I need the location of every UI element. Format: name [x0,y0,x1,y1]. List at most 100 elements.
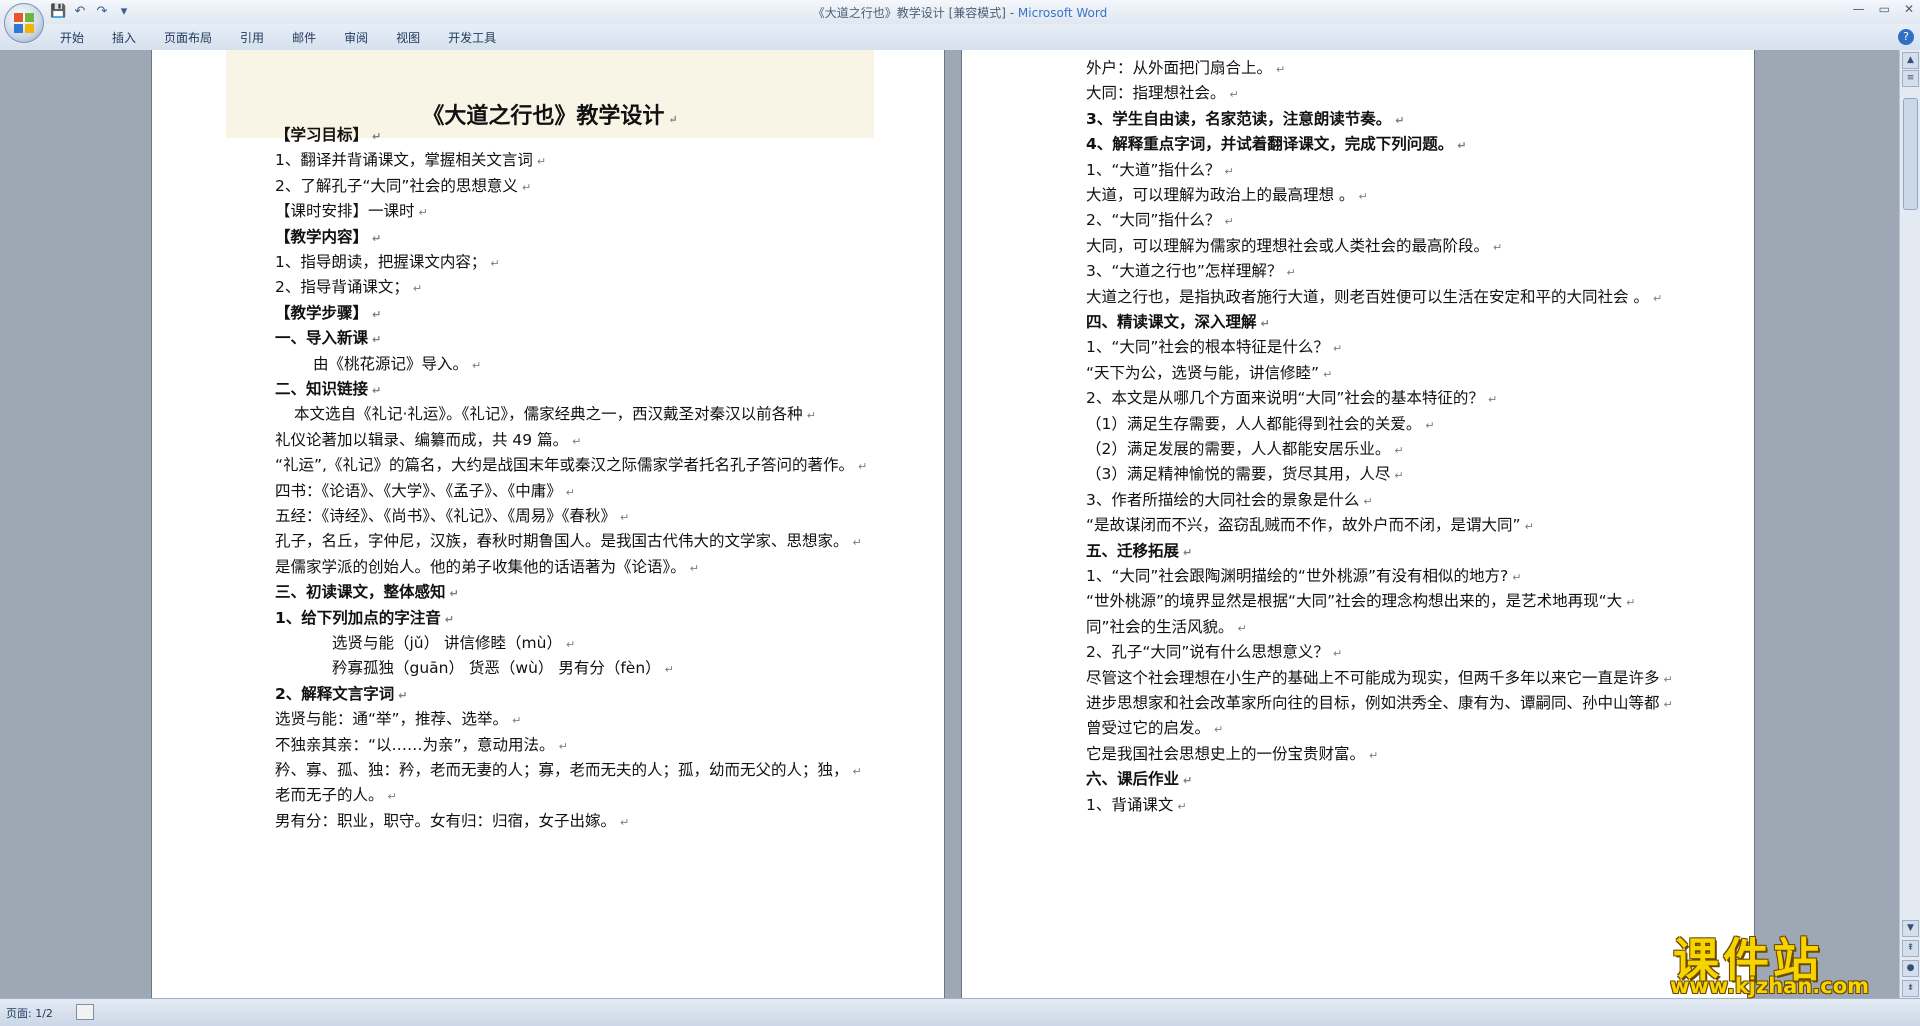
minimize-button[interactable]: — [1853,2,1865,16]
paragraph-line: 1、“大同”社会的根本特征是什么？ ↵ [1086,338,1343,356]
close-button[interactable]: ✕ [1904,2,1914,16]
paragraph-mark-icon: ↵ [620,511,630,524]
window-title: 《大道之行也》教学设计 [兼容模式] - Microsoft Word [0,4,1920,21]
paragraph-mark-icon: ↵ [1214,723,1224,736]
paragraph-line: 大道，可以理解为政治上的最高理想 。 ↵ [1086,186,1368,204]
paragraph-mark-icon: ↵ [689,562,699,575]
paragraph-mark-icon: ↵ [1332,342,1343,355]
office-logo-icon [14,13,34,33]
paragraph-mark-icon: ↵ [1626,596,1636,609]
paragraph-line: （1）满足生存需要，人人都能得到社会的关爱。 ↵ [1086,415,1435,433]
tab-3[interactable]: 引用 [226,30,278,46]
maximize-button[interactable]: ▭ [1879,2,1890,16]
paragraph-mark-icon: ↵ [1363,495,1373,508]
paragraph-mark-icon: ↵ [1260,317,1270,330]
paragraph-line: 大道之行也，是指执政者施行大道，则老百姓便可以生活在安定和平的大同社会 。 ↵ [1086,288,1663,306]
paragraph-mark-icon: ↵ [558,740,568,753]
paragraph-mark-icon: ↵ [398,689,408,702]
paragraph-line: 男有分：职业，职守。女有归：归宿，女子出嫁。 ↵ [275,812,630,830]
paragraph-mark-icon: ↵ [1663,698,1673,711]
paragraph-line: 曾受过它的启发。 ↵ [1086,719,1224,737]
scroll-down-button[interactable]: ▼ [1902,920,1919,937]
page-count-status[interactable]: 页面: 1/2 [6,1005,53,1021]
tab-0[interactable]: 开始 [46,30,98,46]
document-workspace[interactable]: 《大道之行也》教学设计 ↵ 【学习目标】 ↵ 1、翻译并背诵课文，掌握相关文言词 ↵ 2、… [0,50,1900,998]
vertical-scrollbar[interactable]: ▲ ≡ ▼ ⇞ ● ⇟ [1899,50,1920,998]
paragraph-line: （3）满足精神愉悦的需要，货尽其用，人尽 ↵ [1086,465,1404,483]
paragraph-line: 矜寡孤独（guān） 货恶（wù） 男有分（fèn） ↵ [332,659,674,677]
paragraph-line: 孔子，名丘，字仲尼，汉族，春秋时期鲁国人。是我国古代伟大的文学家、思想家。 ↵ [275,532,862,550]
paragraph-line: 【学习目标】 ↵ [275,126,382,144]
paragraph-mark-icon: ↵ [1358,190,1368,203]
paragraph-mark-icon: ↵ [490,257,500,270]
proofing-icon[interactable] [76,1004,94,1020]
paragraph-line: 2、“大同”指什么？ ↵ [1086,211,1234,229]
app-name: Microsoft Word [1017,6,1108,20]
paragraph-line: “是故谋闭而不兴，盗窃乱贼而不作，故外户而不闭，是谓大同” ↵ [1086,516,1534,534]
paragraph-mark-icon: ↵ [1276,63,1286,76]
paragraph-line: 1、指导朗读，把握课文内容； ↵ [275,253,500,271]
document-page-1[interactable]: 《大道之行也》教学设计 ↵ 【学习目标】 ↵ 1、翻译并背诵课文，掌握相关文言词 ↵ 2、… [151,50,945,998]
tab-4[interactable]: 邮件 [278,30,330,46]
paragraph-mark-icon: ↵ [449,587,459,600]
tab-2[interactable]: 页面布局 [150,30,226,46]
paragraph-mark-icon: ↵ [418,206,428,219]
paragraph-line: 4、解释重点字词，并试着翻译课文，完成下列问题。 ↵ [1086,135,1467,153]
paragraph-line: 老而无子的人。 ↵ [275,786,397,804]
paragraph-mark-icon: ↵ [572,435,582,448]
office-button[interactable] [4,3,44,43]
select-browse-object-button[interactable]: ● [1902,960,1919,977]
paragraph-mark-icon: ↵ [1323,368,1333,381]
paragraph-line: 四书：《论语》、《大学》、《孟子》、《中庸》 ↵ [275,482,575,500]
paragraph-mark-icon: ↵ [1229,88,1239,101]
scroll-up-button[interactable]: ▲ [1902,52,1919,69]
ribbon-tabs: 开始 插入 页面布局 引用 邮件 审阅 视图 开发工具 ? [0,24,1920,51]
paragraph-mark-icon: ↵ [444,613,455,626]
paragraph-line: 五、迁移拓展 ↵ [1086,542,1193,560]
document-title: 《大道之行也》教学设计 [兼容模式] - [812,6,1018,20]
paragraph-line: “礼运”,《礼记》的篇名，大约是战国末年或秦汉之际儒家学者托名孔子答问的著作。 ↵ [275,456,868,474]
paragraph-mark-icon: ↵ [372,333,382,346]
title-bar: 💾 ↶ ↷ ▾ 《大道之行也》教学设计 [兼容模式] - Microsoft W… [0,0,1920,25]
tab-5[interactable]: 审阅 [330,30,382,46]
paragraph-line: 2、了解孔子“大同”社会的思想意义 ↵ [275,177,532,195]
paragraph-line: 2、解释文言字词 ↵ [275,685,408,703]
paragraph-mark-icon: ↵ [1224,215,1234,228]
paragraph-line: 三、初读课文，整体感知 ↵ [275,583,459,601]
paragraph-line: 2、孔子“大同”说有什么思想意义？ ↵ [1086,643,1343,661]
paragraph-mark-icon: ↵ [387,790,397,803]
previous-page-button[interactable]: ⇞ [1902,940,1919,957]
paragraph-line: “世外桃源”的境界显然是根据“大同”社会的理念构想出来的，是艺术地再现“大 ↵ [1086,592,1636,610]
help-icon[interactable]: ? [1898,29,1914,45]
paragraph-line: 【教学步骤】 ↵ [275,304,382,322]
tab-1[interactable]: 插入 [98,30,150,46]
paragraph-mark-icon: ↵ [806,409,816,422]
paragraph-mark-icon: ↵ [1369,749,1379,762]
paragraph-mark-icon: ↵ [1524,520,1534,533]
paragraph-mark-icon: ↵ [852,536,862,549]
paragraph-line: 外户：从外面把门扇合上。 ↵ [1086,59,1286,77]
paragraph-mark-icon: ↵ [1663,673,1673,686]
paragraph-line: 礼仪论著加以辑录、编纂而成，共 49 篇。 ↵ [275,431,582,449]
paragraph-line: 3、作者所描绘的大同社会的景象是什么 ↵ [1086,491,1373,509]
paragraph-line: 由《桃花源记》导入。 ↵ [313,355,482,373]
paragraph-line: 2、本文是从哪几个方面来说明“大同”社会的基本特征的？ ↵ [1086,389,1498,407]
paragraph-mark-icon: ↵ [1183,774,1193,787]
paragraph-mark-icon: ↵ [1224,165,1234,178]
tab-6[interactable]: 视图 [382,30,434,46]
ruler-toggle-icon[interactable]: ≡ [1902,70,1919,87]
document-page-2[interactable]: 外户：从外面把门扇合上。 ↵ 大同：指理想社会。 ↵ 3、学生自由读，名家范读，注意朗读… [961,50,1755,998]
window-controls: — ▭ ✕ [1853,2,1914,16]
next-page-button[interactable]: ⇟ [1902,980,1919,997]
paragraph-mark-icon: ↵ [664,663,674,676]
paragraph-mark-icon: ↵ [521,181,532,194]
scroll-thumb[interactable] [1903,98,1918,210]
paragraph-mark-icon: ↵ [1394,444,1404,457]
tab-7[interactable]: 开发工具 [434,30,510,46]
paragraph-line: 不独亲其亲：“以……为亲”，意动用法。 ↵ [275,736,568,754]
paragraph-line: 一、导入新课 ↵ [275,329,382,347]
paragraph-line: 选贤与能：通“举”，推荐、选举。 ↵ [275,710,522,728]
paragraph-line: 【教学内容】 ↵ [275,228,382,246]
paragraph-line: 尽管这个社会理想在小生产的基础上不可能成为现实，但两千多年以来它一直是许多 ↵ [1086,669,1673,687]
paragraph-line: 它是我国社会思想史上的一份宝贵财富。 ↵ [1086,745,1379,763]
